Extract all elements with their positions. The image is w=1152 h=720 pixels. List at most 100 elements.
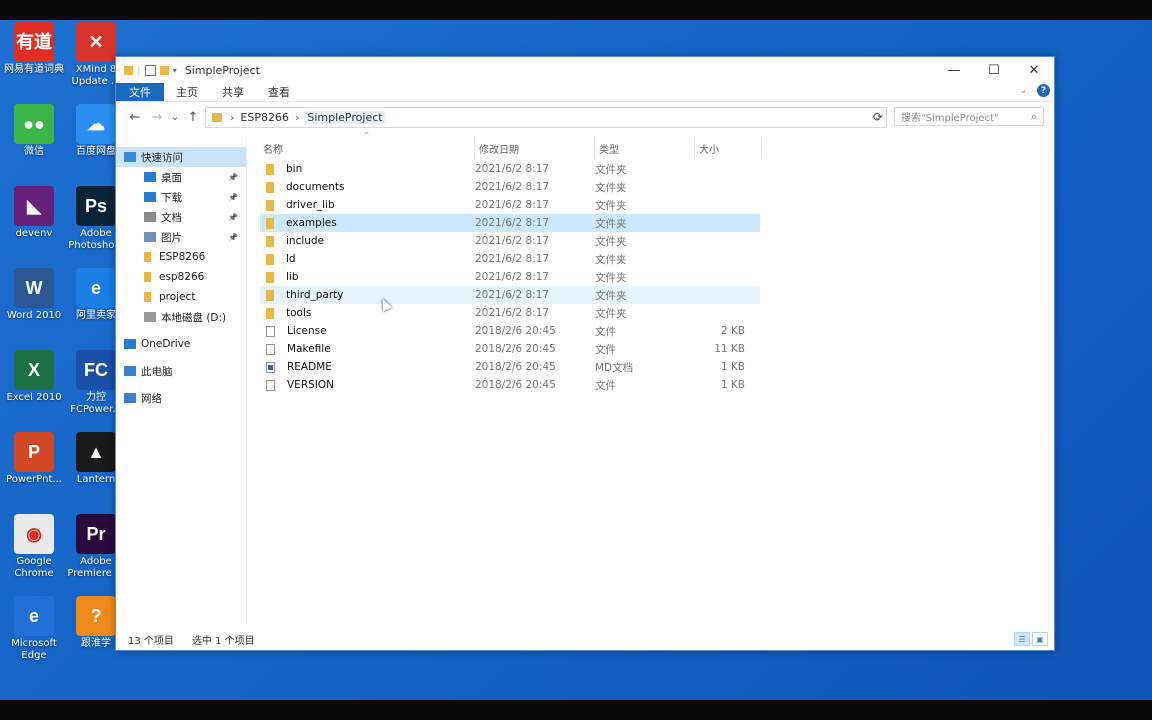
sidebar-item-label: 本地磁盘 (D:): [161, 311, 227, 324]
computer-icon: [124, 366, 136, 376]
folder-icon: [266, 253, 274, 265]
sidebar-item[interactable]: project: [116, 287, 246, 307]
file-name-cell: include: [260, 235, 475, 247]
properties-icon[interactable]: [144, 64, 156, 76]
file-date: 2021/6/2 8:17: [475, 235, 550, 247]
file-row[interactable]: ld 2021/6/2 8:17 文件夹: [260, 250, 760, 268]
file-row[interactable]: documents 2021/6/2 8:17 文件夹: [260, 178, 760, 196]
column-size[interactable]: 大小: [695, 137, 762, 159]
sidebar-item[interactable]: esp8266: [116, 267, 246, 287]
search-icon[interactable]: ⌕: [1031, 110, 1037, 124]
file-name: tools: [286, 307, 312, 319]
tab-view[interactable]: 查看: [256, 83, 302, 101]
title-bar[interactable]: | ▾ SimpleProject — ☐ ✕: [116, 57, 1054, 83]
app-icon: ◉: [14, 514, 54, 554]
search-input[interactable]: 搜索"SimpleProject" ⌕: [894, 107, 1044, 126]
close-button[interactable]: ✕: [1014, 57, 1054, 83]
large-icons-view-icon[interactable]: ▣: [1032, 632, 1048, 646]
file-row[interactable]: include 2021/6/2 8:17 文件夹: [260, 232, 760, 250]
file-name-cell: README: [260, 361, 475, 373]
tab-share[interactable]: 共享: [210, 83, 256, 101]
details-view-icon[interactable]: ☰: [1014, 632, 1030, 646]
breadcrumb-esp8266[interactable]: ESP8266: [240, 111, 289, 124]
file-type: 文件夹: [595, 289, 627, 302]
chevron-right-icon[interactable]: ›: [295, 111, 299, 124]
expand-ribbon-icon[interactable]: ⌄: [1019, 86, 1027, 96]
folder-icon: [266, 181, 274, 193]
refresh-icon[interactable]: ⟳: [873, 110, 883, 124]
chevron-right-icon[interactable]: ›: [230, 111, 234, 124]
file-row[interactable]: lib 2021/6/2 8:17 文件夹: [260, 268, 760, 286]
app-icon: W: [14, 268, 54, 308]
sidebar-item[interactable]: 桌面 📌: [116, 167, 246, 187]
column-name-label: 名称: [263, 144, 283, 156]
desktop-icon[interactable]: X Excel 2010: [0, 350, 68, 404]
sidebar-item[interactable]: OneDrive: [116, 334, 246, 354]
file-type: 文件夹: [595, 181, 627, 194]
desktop-icon[interactable]: ●● 微信: [0, 104, 68, 158]
file-row[interactable]: third_party 2021/6/2 8:17 文件夹: [260, 286, 760, 304]
breadcrumb-simpleproject[interactable]: SimpleProject: [305, 111, 385, 124]
desktop-icon[interactable]: P PowerPnt...: [0, 432, 68, 486]
file-row[interactable]: examples 2021/6/2 8:17 文件夹: [260, 214, 760, 232]
tab-home[interactable]: 主页: [164, 83, 210, 101]
file-row[interactable]: README 2018/2/6 20:45 MD文档 1 KB: [260, 358, 760, 376]
app-icon: ✕: [76, 22, 116, 62]
sidebar-item[interactable]: 网络: [116, 388, 246, 408]
back-button[interactable]: ←: [124, 110, 146, 125]
search-placeholder: 搜索"SimpleProject": [901, 113, 999, 124]
desktop-icon[interactable]: ◉ Google Chrome: [0, 514, 68, 580]
tab-file[interactable]: 文件: [116, 83, 164, 101]
file-type: 文件夹: [595, 217, 627, 230]
column-type-label: 类型: [599, 144, 619, 156]
help-icon[interactable]: ?: [1037, 84, 1050, 97]
file-name: third_party: [286, 289, 344, 301]
drive-icon: [144, 312, 156, 322]
desktop-icon-label: 网易有道词典: [4, 64, 64, 75]
desktop-icon[interactable]: ◣ devenv: [0, 186, 68, 240]
file-row[interactable]: tools 2021/6/2 8:17 文件夹: [260, 304, 760, 322]
sidebar-item[interactable]: ESP8266: [116, 247, 246, 267]
file-row[interactable]: bin 2021/6/2 8:17 文件夹: [260, 160, 760, 178]
pin-icon: 📌: [228, 232, 238, 242]
desktop-icon[interactable]: W Word 2010: [0, 268, 68, 322]
new-folder-icon[interactable]: [159, 65, 169, 75]
recent-locations-button[interactable]: ⌄: [168, 112, 182, 123]
file-type: MD文档: [595, 361, 634, 374]
file-row[interactable]: VERSION 2018/2/6 20:45 文件 1 KB: [260, 376, 760, 394]
star-icon: [124, 152, 136, 162]
cloud-icon: [124, 339, 136, 349]
file-type: 文件: [595, 379, 616, 392]
sidebar-item[interactable]: 快速访问: [116, 147, 246, 167]
app-icon: P: [14, 432, 54, 472]
sidebar-item[interactable]: 此电脑: [116, 361, 246, 381]
up-button[interactable]: ↑: [182, 110, 204, 125]
sidebar-item[interactable]: 文档 📌: [116, 207, 246, 227]
maximize-button[interactable]: ☐: [974, 57, 1014, 83]
desktop-icon[interactable]: e Microsoft Edge: [0, 596, 68, 662]
column-name[interactable]: ^ 名称: [259, 131, 475, 159]
sidebar-item[interactable]: 图片 📌: [116, 227, 246, 247]
ribbon-tabs: 文件 主页 共享 查看 ⌄ ?: [116, 83, 1054, 102]
navigation-pane: 快速访问 桌面 📌 下载 📌 文档 📌 图片 📌 ESP8266 esp8266 project 本地磁…: [116, 139, 247, 623]
sidebar-item[interactable]: 本地磁盘 (D:): [116, 307, 246, 327]
file-name: VERSION: [287, 379, 334, 391]
quick-access-toolbar: | ▾: [124, 64, 177, 77]
column-type[interactable]: 类型: [595, 137, 695, 159]
file-explorer-window: | ▾ SimpleProject — ☐ ✕ 文件 主页 共享 查看 ⌄ ? …: [115, 56, 1055, 651]
folder-icon: [266, 217, 274, 229]
file-name-cell: License: [260, 325, 475, 337]
file-row[interactable]: driver_lib 2021/6/2 8:17 文件夹: [260, 196, 760, 214]
column-date[interactable]: 修改日期: [475, 137, 595, 159]
sidebar-item[interactable]: 下载 📌: [116, 187, 246, 207]
app-icon: FC: [76, 350, 116, 390]
folder-icon: [266, 271, 274, 283]
customize-dropdown-icon[interactable]: ▾: [173, 66, 177, 75]
file-row[interactable]: License 2018/2/6 20:45 文件 2 KB: [260, 322, 760, 340]
file-name-cell: examples: [260, 217, 475, 229]
forward-button[interactable]: →: [146, 110, 168, 125]
address-bar[interactable]: › ESP8266 › SimpleProject ⌄: [205, 107, 887, 128]
file-row[interactable]: Makefile 2018/2/6 20:45 文件 11 KB: [260, 340, 760, 358]
desktop-icon[interactable]: 有道 网易有道词典: [0, 22, 68, 76]
minimize-button[interactable]: —: [934, 57, 974, 83]
